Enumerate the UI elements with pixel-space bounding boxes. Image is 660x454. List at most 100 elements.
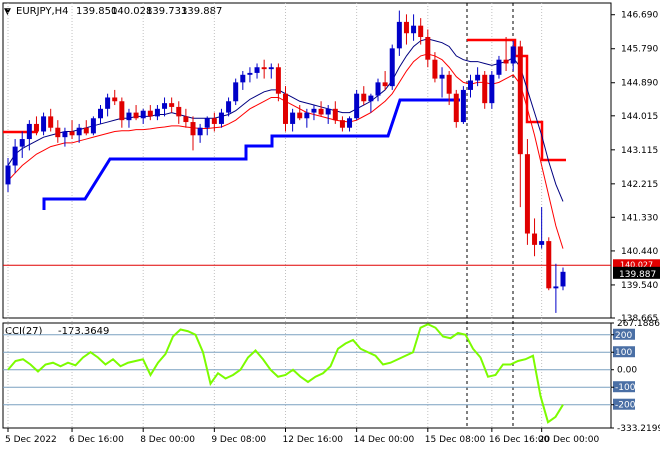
candle-bearish xyxy=(48,116,54,128)
candle-bullish xyxy=(247,72,253,75)
current-price-label: 139.887 xyxy=(619,270,656,280)
candle-bearish xyxy=(432,59,438,79)
candle-bearish xyxy=(332,108,338,121)
x-tick-label: 9 Dec 08:00 xyxy=(211,435,266,445)
cci-y-tick-label: 200 xyxy=(615,331,632,341)
candle-bearish xyxy=(517,46,523,155)
candle-bullish xyxy=(254,67,260,73)
candle-bullish xyxy=(204,118,210,128)
candle-bearish xyxy=(275,67,281,94)
y-tick-label: 146.690 xyxy=(621,11,658,21)
candle-bearish xyxy=(261,67,267,70)
y-tick-label: 144.890 xyxy=(621,79,658,89)
candle-bearish xyxy=(83,127,89,134)
x-tick-label: 5 Dec 2022 xyxy=(5,435,57,445)
candle-bearish xyxy=(119,101,125,121)
candle-bullish xyxy=(347,118,353,128)
x-tick-label: 8 Dec 00:00 xyxy=(140,435,195,445)
candle-bullish xyxy=(510,46,516,64)
y-tick-label: 140.440 xyxy=(621,247,658,257)
y-tick-label: 139.540 xyxy=(621,281,658,291)
candle-bearish xyxy=(211,118,217,124)
chart-window: ▼ EURJPY,H4 139.850 140.028 139.733 139.… xyxy=(0,0,660,450)
y-tick-label: 142.215 xyxy=(621,180,658,190)
ohlc-close: 139.887 xyxy=(181,6,222,17)
candle-bullish xyxy=(12,146,18,166)
cci-y-tick-label: -333.2199 xyxy=(617,424,660,434)
cci-y-tick-label: 0.00 xyxy=(617,366,637,376)
candle-bullish xyxy=(19,139,25,147)
candle-bullish xyxy=(226,101,232,113)
candle-bearish xyxy=(176,106,182,117)
cci-y-tick-label: 100 xyxy=(615,348,632,358)
candle-bearish xyxy=(339,120,345,128)
candle-bearish xyxy=(147,110,153,117)
candle-bearish xyxy=(69,131,75,136)
candle-bullish xyxy=(411,25,417,34)
x-tick-label: 6 Dec 16:00 xyxy=(69,435,124,445)
candle-bullish xyxy=(560,271,566,287)
candle-bullish xyxy=(290,112,296,124)
candle-bullish xyxy=(396,21,402,49)
candle-bullish xyxy=(496,59,502,75)
cci-y-tick-label: 267.1886 xyxy=(617,319,660,329)
symbol-label: EURJPY,H4 xyxy=(16,6,69,17)
candle-bearish xyxy=(382,82,388,87)
x-tick-label: 14 Dec 00:00 xyxy=(354,435,415,445)
candle-bullish xyxy=(475,74,481,81)
candle-bullish xyxy=(368,95,374,102)
candle-bullish xyxy=(304,112,310,119)
candle-bearish xyxy=(183,116,189,123)
candle-bearish xyxy=(297,112,303,119)
candle-bearish xyxy=(190,122,196,136)
candle-bullish xyxy=(553,286,559,289)
candle-bullish xyxy=(105,97,111,109)
candle-bullish xyxy=(439,74,445,79)
candle-bullish xyxy=(26,123,32,140)
candle-bullish xyxy=(162,103,168,109)
candle-bearish xyxy=(169,103,175,107)
candle-bearish xyxy=(532,233,538,245)
candle-bullish xyxy=(375,82,381,96)
candle-bullish xyxy=(197,127,203,136)
candle-bearish xyxy=(446,74,452,94)
cci-y-tick-label: -100 xyxy=(615,383,636,393)
candle-bullish xyxy=(240,74,246,83)
candle-bullish xyxy=(41,116,47,132)
candle-bearish xyxy=(425,37,431,60)
candle-bullish xyxy=(489,74,495,104)
candle-bullish xyxy=(354,93,360,119)
candle-bullish xyxy=(460,89,466,123)
cci-label: CCI(27) xyxy=(5,326,43,337)
y-tick-label: 145.790 xyxy=(621,45,658,55)
candle-bearish xyxy=(418,25,424,38)
x-tick-label: 15 Dec 08:00 xyxy=(425,435,486,445)
y-tick-label: 144.015 xyxy=(621,112,658,122)
candle-bullish xyxy=(389,48,395,87)
candle-bullish xyxy=(98,108,103,119)
candle-bullish xyxy=(154,108,160,117)
candle-bearish xyxy=(524,154,530,234)
candle-bearish xyxy=(361,93,367,102)
candle-bullish xyxy=(140,110,146,119)
candle-bullish xyxy=(126,112,132,121)
candle-bullish xyxy=(325,108,331,115)
candle-bearish xyxy=(318,108,324,115)
x-tick-label: 20 Dec 00:00 xyxy=(539,435,600,445)
y-tick-label: 143.115 xyxy=(621,146,658,156)
candle-bullish xyxy=(62,131,68,138)
candle-bullish xyxy=(311,108,317,113)
cci-y-tick-label: -200 xyxy=(615,401,636,411)
candle-bullish xyxy=(218,112,224,124)
candle-bullish xyxy=(5,165,11,185)
candle-bullish xyxy=(539,241,545,245)
candle-bearish xyxy=(283,93,288,124)
candle-bearish xyxy=(33,123,39,132)
candle-bullish xyxy=(268,67,274,70)
candle-bullish xyxy=(90,118,96,134)
chart-canvas[interactable]: ▼ EURJPY,H4 139.850 140.028 139.733 139.… xyxy=(0,0,660,450)
candle-bearish xyxy=(503,59,509,64)
y-tick-label: 141.330 xyxy=(621,213,658,223)
candle-bearish xyxy=(403,21,409,34)
cci-value: -173.3649 xyxy=(58,326,109,337)
